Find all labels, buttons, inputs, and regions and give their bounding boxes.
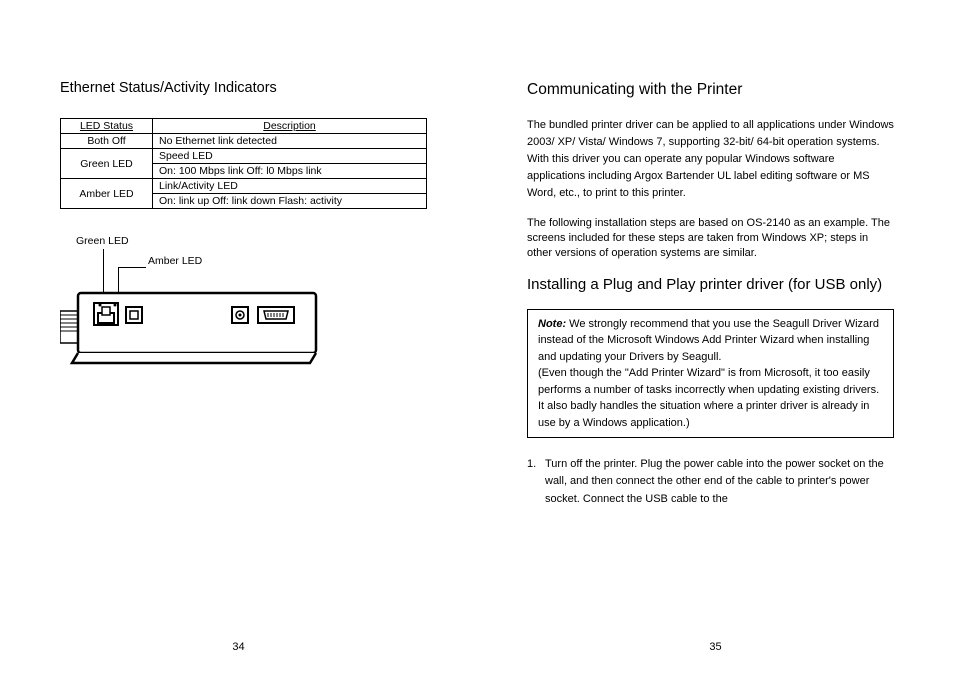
page-right: Communicating with the Printer The bundl… — [477, 0, 954, 675]
printer-back-icon — [60, 287, 320, 377]
note-body: We strongly recommend that you use the S… — [538, 318, 879, 429]
page-number-right: 35 — [477, 641, 954, 653]
page-left: Ethernet Status/Activity Indicators LED … — [0, 0, 477, 675]
step-1-text: Turn off the printer. Plug the power cab… — [545, 456, 890, 507]
left-heading: Ethernet Status/Activity Indicators — [60, 80, 427, 96]
right-paragraph-1: The bundled printer driver can be applie… — [527, 117, 894, 202]
table-row: Both Off No Ethernet link detected — [61, 134, 427, 149]
table-row: Green LED Speed LED — [61, 149, 427, 164]
green-led-label: Green LED — [76, 235, 129, 247]
table-row: Amber LED Link/Activity LED — [61, 179, 427, 194]
amber-led-label: Amber LED — [148, 255, 202, 267]
device-diagram: Green LED Amber LED — [60, 247, 427, 392]
cell: No Ethernet link detected — [153, 134, 427, 149]
cell: Both Off — [61, 134, 153, 149]
right-heading-2: Installing a Plug and Play printer drive… — [527, 275, 894, 295]
right-heading-1: Communicating with the Printer — [527, 80, 894, 101]
step-1: 1.Turn off the printer. Plug the power c… — [527, 456, 894, 507]
step-1-number: 1. — [527, 456, 545, 473]
cell: Amber LED — [61, 179, 153, 209]
cell: Green LED — [61, 149, 153, 179]
note-box: Note: We strongly recommend that you use… — [527, 309, 894, 439]
right-paragraph-2: The following installation steps are bas… — [527, 216, 894, 261]
led-status-table: LED Status Description Both Off No Ether… — [60, 118, 427, 209]
th-desc: Description — [153, 119, 427, 134]
note-title: Note: — [538, 318, 566, 330]
cell: On: 100 Mbps link Off: l0 Mbps link — [153, 164, 427, 179]
cell: Speed LED — [153, 149, 427, 164]
cell: On: link up Off: link down Flash: activi… — [153, 194, 427, 209]
page-number-left: 34 — [0, 641, 477, 653]
cell: Link/Activity LED — [153, 179, 427, 194]
amber-led-line-h — [118, 267, 146, 268]
table-row: LED Status Description — [61, 119, 427, 134]
th-status: LED Status — [61, 119, 153, 134]
